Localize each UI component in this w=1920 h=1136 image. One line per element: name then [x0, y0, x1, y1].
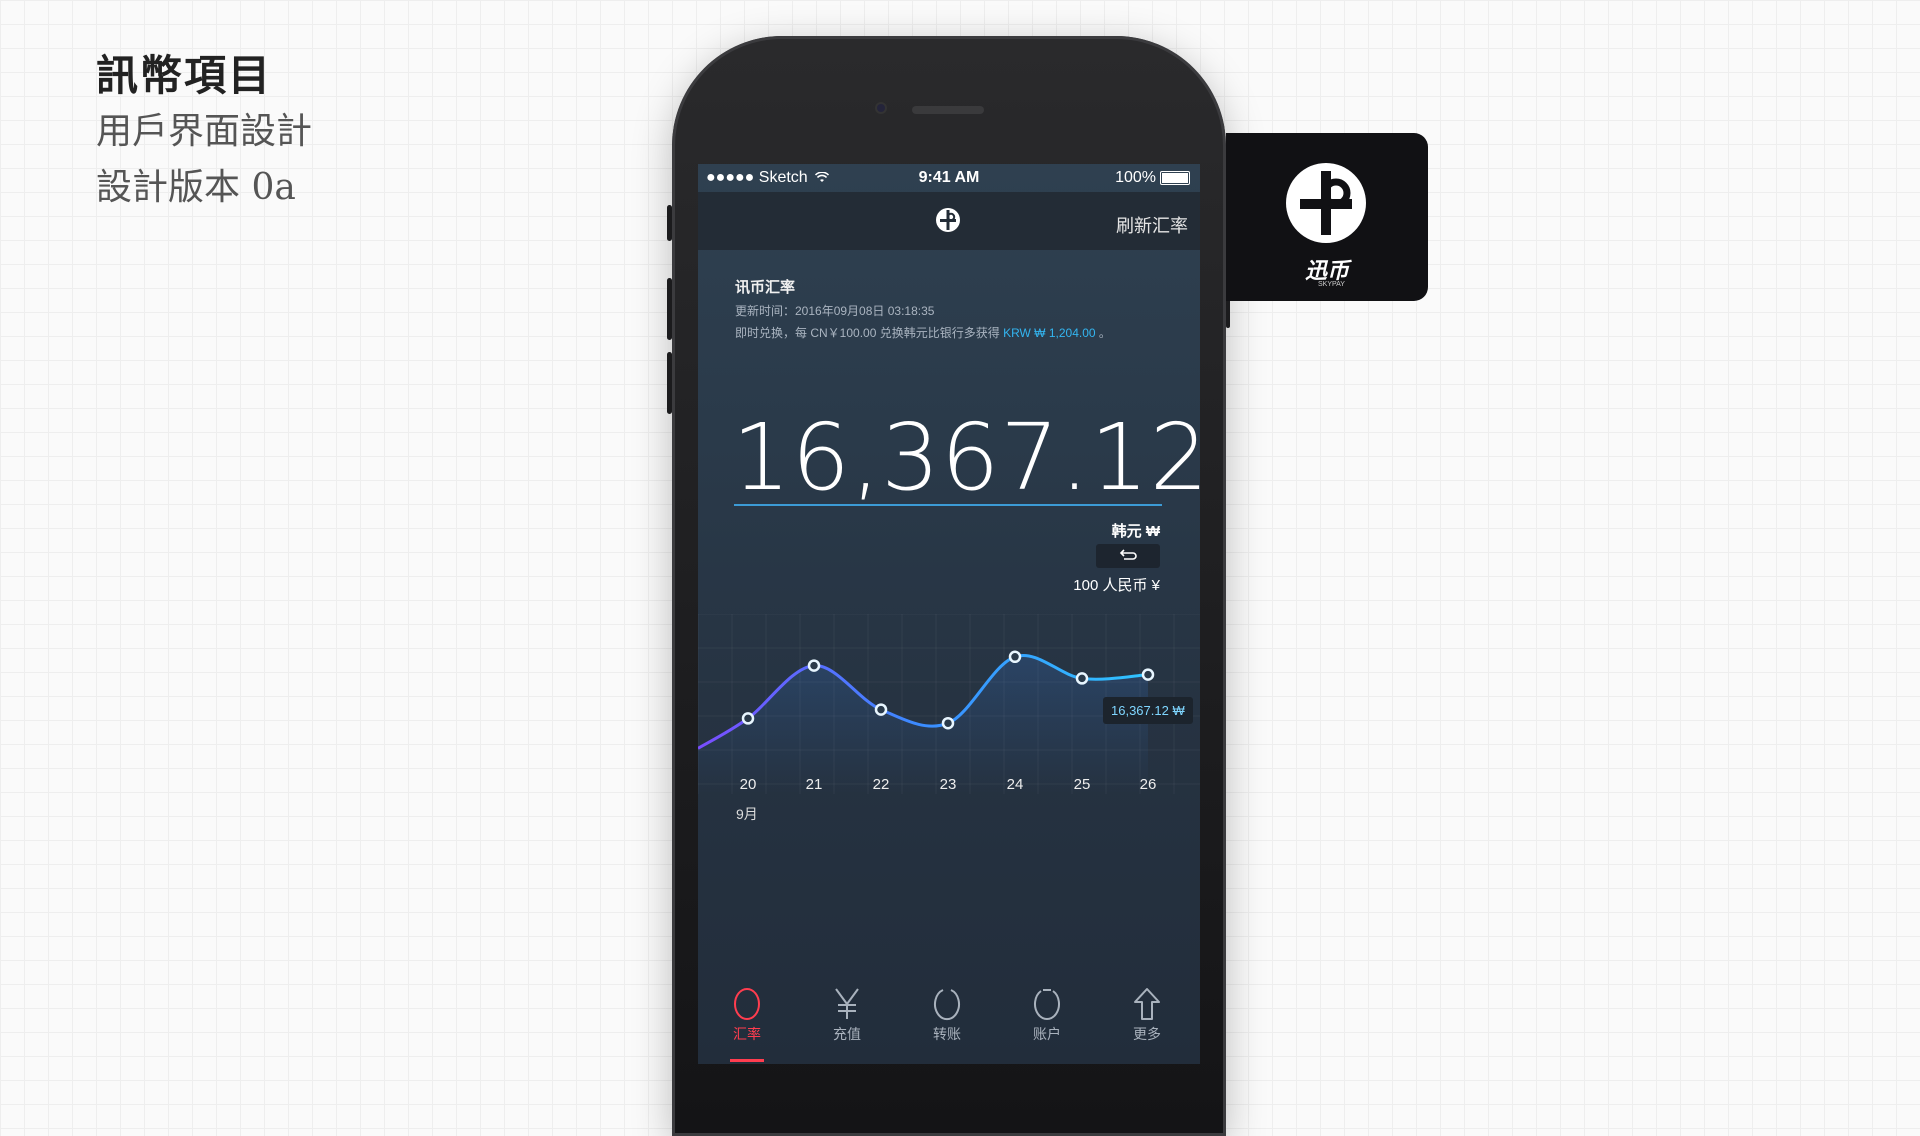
project-title: 訊幣項目: [96, 51, 273, 100]
data-point[interactable]: [1008, 650, 1022, 664]
data-point[interactable]: [807, 659, 821, 672]
transfer-icon: [934, 989, 960, 1021]
tab-bar: 汇率 充值 转账 账户 更多: [698, 964, 1200, 1064]
promo-line: 即时兑换，每 CN￥100.00 兑换韩元比银行多获得 KRW ₩ 1,204.…: [735, 324, 1111, 341]
tab-label: 汇率: [733, 1026, 761, 1042]
promo-prefix: 即时兑换，每 CN￥100.00 兑换韩元比银行多获得: [735, 326, 1000, 340]
chart-tooltip: 16,367.12 ₩: [1103, 697, 1193, 724]
circle-icon: [734, 988, 760, 1020]
tab-recharge[interactable]: 充值: [812, 984, 882, 1044]
app-screen: ●●●●● Sketch 9:41 AM 100% 刷新汇率 讯币汇率 更新时间…: [698, 164, 1200, 1064]
data-point[interactable]: [741, 712, 755, 725]
amount-underline: [734, 504, 1162, 506]
battery-percent: 100%: [1115, 169, 1156, 186]
x-tick-label: 25: [1073, 776, 1091, 793]
swap-icon: [1119, 549, 1137, 560]
status-bar: ●●●●● Sketch 9:41 AM 100%: [698, 164, 1200, 192]
month-label: 9月: [736, 806, 758, 822]
headline: 訊幣項目 用戶界面設計 設計版本 0a: [96, 48, 312, 216]
tab-more[interactable]: 更多: [1112, 984, 1182, 1044]
skypay-logo-icon: [936, 208, 960, 232]
data-point[interactable]: [1141, 668, 1155, 681]
design-subtitle: 用戶界面設計: [96, 111, 313, 152]
source-currency[interactable]: 100 人民币 ¥: [1073, 574, 1160, 595]
x-tick-label: 20: [739, 776, 757, 793]
swap-currency-button[interactable]: [1096, 544, 1160, 568]
volume-down-button: [667, 352, 672, 414]
x-tick-label: 23: [939, 776, 957, 793]
brand-subtitle: SKYPAY: [1318, 281, 1345, 288]
brand-card: 迅币 SKYPAY: [1226, 133, 1428, 301]
data-point[interactable]: [874, 703, 888, 716]
x-tick-label: 22: [872, 776, 890, 793]
front-camera: [877, 104, 885, 112]
tab-rate[interactable]: 汇率: [712, 984, 782, 1062]
battery-icon: [1160, 171, 1190, 185]
earpiece: [912, 106, 984, 114]
x-tick-label: 24: [1006, 776, 1024, 793]
x-tick-label: 21: [805, 776, 823, 793]
mute-switch: [667, 205, 672, 241]
tab-account[interactable]: 账户: [1012, 984, 1082, 1044]
promo-highlight: KRW ₩ 1,204.00: [1003, 326, 1096, 340]
refresh-rate-button[interactable]: 刷新汇率: [1116, 212, 1188, 238]
target-currency[interactable]: 韩元 ₩: [1112, 520, 1160, 541]
converted-amount[interactable]: 16,367.12: [732, 404, 1200, 511]
tab-label: 充值: [833, 1026, 861, 1042]
rate-title: 讯币汇率: [735, 279, 796, 296]
account-icon: [1034, 989, 1060, 1020]
volume-up-button: [667, 278, 672, 340]
update-time: 更新时间：2016年09月08日 03:18:35: [735, 304, 935, 318]
data-point[interactable]: [1075, 672, 1089, 685]
promo-suffix: 。: [1098, 326, 1111, 340]
nav-bar: 刷新汇率: [698, 192, 1200, 250]
skypay-logo-icon: [1286, 163, 1366, 243]
x-tick-label: 26: [1139, 776, 1157, 793]
tab-label: 账户: [1033, 1026, 1061, 1042]
yen-icon: [835, 988, 859, 1019]
tab-label: 更多: [1133, 1026, 1161, 1042]
rate-info: 讯币汇率 更新时间：2016年09月08日 03:18:35 即时兑换，每 CN…: [735, 276, 1111, 341]
tab-transfer[interactable]: 转账: [912, 984, 982, 1044]
battery-status: 100%: [1115, 169, 1190, 187]
data-point[interactable]: [941, 716, 955, 730]
arrow-up-icon: [1134, 988, 1160, 1020]
tab-label: 转账: [933, 1026, 961, 1042]
x-axis: 20 21 22 23 24 25 26: [698, 776, 1200, 816]
version-label: 設計版本 0a: [96, 167, 296, 208]
